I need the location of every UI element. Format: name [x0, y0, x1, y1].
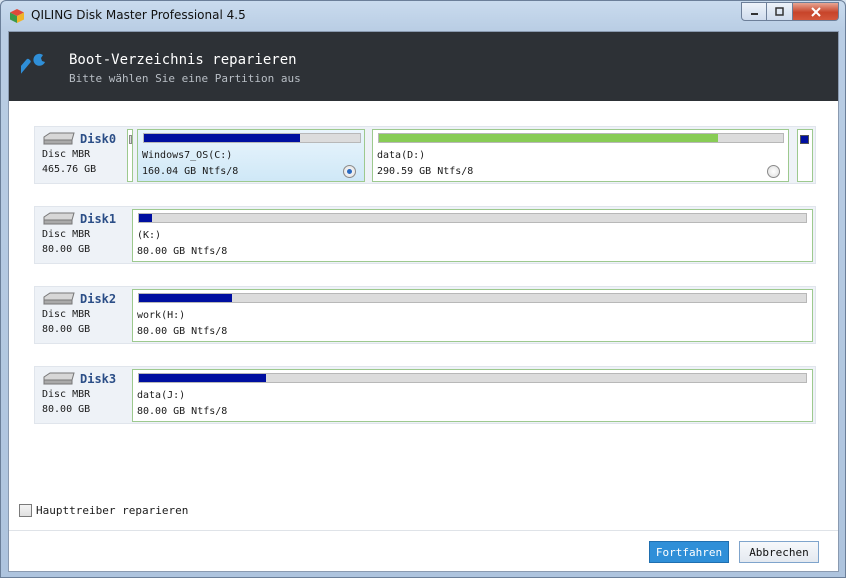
disk-row-disk0: Disk0 Disc MBR 465.76 GB Windows7_OS(C:)… [34, 126, 816, 184]
disk-name: Disk0 [80, 132, 117, 146]
usage-fill [139, 214, 153, 222]
dialog-subtitle: Bitte wählen Sie eine Partition aus [69, 72, 301, 85]
hard-disk-icon [43, 292, 75, 305]
disk-name: Disk1 [80, 212, 117, 226]
partition-detail: 160.04 GB Ntfs/8 [142, 166, 239, 177]
hard-disk-icon [43, 132, 75, 145]
disk-type: Disc MBR [42, 309, 91, 320]
usage-bar [138, 373, 807, 383]
window-title: QILING Disk Master Professional 4.5 [31, 8, 246, 22]
header-band: Boot-Verzeichnis reparieren Bitte wählen… [9, 32, 838, 101]
app-window: QILING Disk Master Professional 4.5 Boot… [0, 0, 846, 578]
partition-c[interactable]: Windows7_OS(C:) 160.04 GB Ntfs/8 [137, 129, 365, 182]
disk-type: Disc MBR [42, 389, 91, 400]
minimize-icon [750, 13, 758, 15]
usage-fill [139, 374, 266, 382]
continue-button[interactable]: Fortfahren [649, 541, 729, 563]
partition-j[interactable]: data(J:) 80.00 GB Ntfs/8 [132, 369, 813, 422]
disk-size: 80.00 GB [42, 404, 91, 415]
usage-fill [139, 294, 233, 302]
unallocated-sliver[interactable] [127, 129, 133, 182]
partition-radio[interactable] [767, 165, 780, 178]
disk-row-disk2: Disk2 Disc MBR 80.00 GB work(H:) 80.00 G… [34, 286, 816, 344]
partition-label: data(D:) [377, 150, 426, 161]
disk-row-disk3: Disk3 Disc MBR 80.00 GB data(J:) 80.00 G… [34, 366, 816, 424]
usage-bar [378, 133, 784, 143]
usage-fill [144, 134, 300, 142]
disk-name: Disk3 [80, 372, 117, 386]
repair-main-driver-checkbox[interactable] [19, 504, 32, 517]
usage-bar [138, 213, 807, 223]
dialog-title: Boot-Verzeichnis reparieren [69, 52, 297, 68]
partition-radio-selected[interactable] [343, 165, 356, 178]
usage-bar [138, 293, 807, 303]
partition-label: (K:) [137, 230, 162, 241]
partition-detail: 80.00 GB Ntfs/8 [137, 326, 228, 337]
window-controls [741, 2, 839, 21]
partition-h[interactable]: work(H:) 80.00 GB Ntfs/8 [132, 289, 813, 342]
mini-usage-bar [129, 135, 132, 144]
disk-type: Disc MBR [42, 149, 91, 160]
disk-type: Disc MBR [42, 229, 91, 240]
small-partition-sliver[interactable] [797, 129, 813, 182]
disk-size: 80.00 GB [42, 244, 91, 255]
wrench-icon [21, 53, 45, 75]
mini-usage-bar [800, 135, 809, 144]
disk-name: Disk2 [80, 292, 117, 306]
partition-d[interactable]: data(D:) 290.59 GB Ntfs/8 [372, 129, 789, 182]
partition-label: work(H:) [137, 310, 186, 321]
partition-detail: 80.00 GB Ntfs/8 [137, 406, 228, 417]
maximize-button[interactable] [767, 2, 793, 21]
maximize-icon [775, 7, 784, 16]
close-button[interactable] [793, 2, 839, 21]
partition-detail: 80.00 GB Ntfs/8 [137, 246, 228, 257]
disk-row-disk1: Disk1 Disc MBR 80.00 GB (K:) 80.00 GB Nt… [34, 206, 816, 264]
disk-size: 465.76 GB [42, 164, 97, 175]
partition-k[interactable]: (K:) 80.00 GB Ntfs/8 [132, 209, 813, 262]
app-logo-icon [10, 9, 24, 23]
disk-size: 80.00 GB [42, 324, 91, 335]
cancel-button[interactable]: Abbrechen [739, 541, 819, 563]
minimize-button[interactable] [741, 2, 767, 21]
footer-divider [9, 530, 838, 531]
hard-disk-icon [43, 372, 75, 385]
title-bar[interactable]: QILING Disk Master Professional 4.5 [1, 1, 845, 31]
partition-label: data(J:) [137, 390, 186, 401]
partition-detail: 290.59 GB Ntfs/8 [377, 166, 474, 177]
repair-main-driver-option[interactable]: Haupttreiber reparieren [19, 504, 188, 517]
usage-fill [379, 134, 719, 142]
hard-disk-icon [43, 212, 75, 225]
close-icon [810, 6, 821, 17]
dialog-body: Boot-Verzeichnis reparieren Bitte wählen… [8, 31, 839, 572]
partition-label: Windows7_OS(C:) [142, 150, 233, 161]
checkbox-label: Haupttreiber reparieren [36, 504, 189, 517]
usage-bar [143, 133, 361, 143]
